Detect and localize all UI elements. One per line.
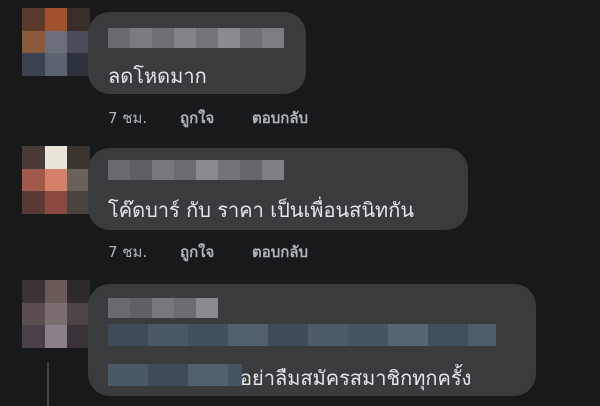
comment-actions: 7 ชม. ถูกใจ ตอบกลับ: [108, 240, 408, 261]
thread-line: [47, 362, 49, 406]
pixelated-text-line: [108, 324, 496, 346]
avatar[interactable]: [22, 8, 90, 76]
avatar[interactable]: [22, 280, 90, 348]
comment-bubble: อย่าลืมสมัครสมาชิกทุกครั้ง: [88, 284, 536, 396]
comment-text: ลดโหดมาก: [108, 64, 207, 88]
avatar[interactable]: [22, 146, 90, 214]
reply-button[interactable]: ตอบกลับ: [252, 106, 308, 130]
author-name-pixelated[interactable]: [108, 160, 284, 180]
like-button[interactable]: ถูกใจ: [180, 106, 214, 130]
author-name-pixelated[interactable]: [108, 298, 218, 318]
timestamp[interactable]: 7 ชม.: [108, 240, 147, 264]
like-button[interactable]: ถูกใจ: [180, 240, 214, 264]
comment-text: โค๊ดบาร์ กับ ราคา เป็นเพื่อนสนิทกัน: [108, 198, 414, 222]
author-name-pixelated[interactable]: [108, 28, 284, 48]
comment-bubble: โค๊ดบาร์ กับ ราคา เป็นเพื่อนสนิทกัน: [88, 148, 468, 230]
pixelated-text-line: [108, 364, 242, 386]
comment-actions: 7 ชม. ถูกใจ ตอบกลับ: [108, 106, 408, 127]
comment-bubble: ลดโหดมาก: [88, 12, 306, 94]
comment-text: อย่าลืมสมัครสมาชิกทุกครั้ง: [240, 366, 472, 390]
reply-button[interactable]: ตอบกลับ: [252, 240, 308, 264]
timestamp[interactable]: 7 ชม.: [108, 106, 147, 130]
